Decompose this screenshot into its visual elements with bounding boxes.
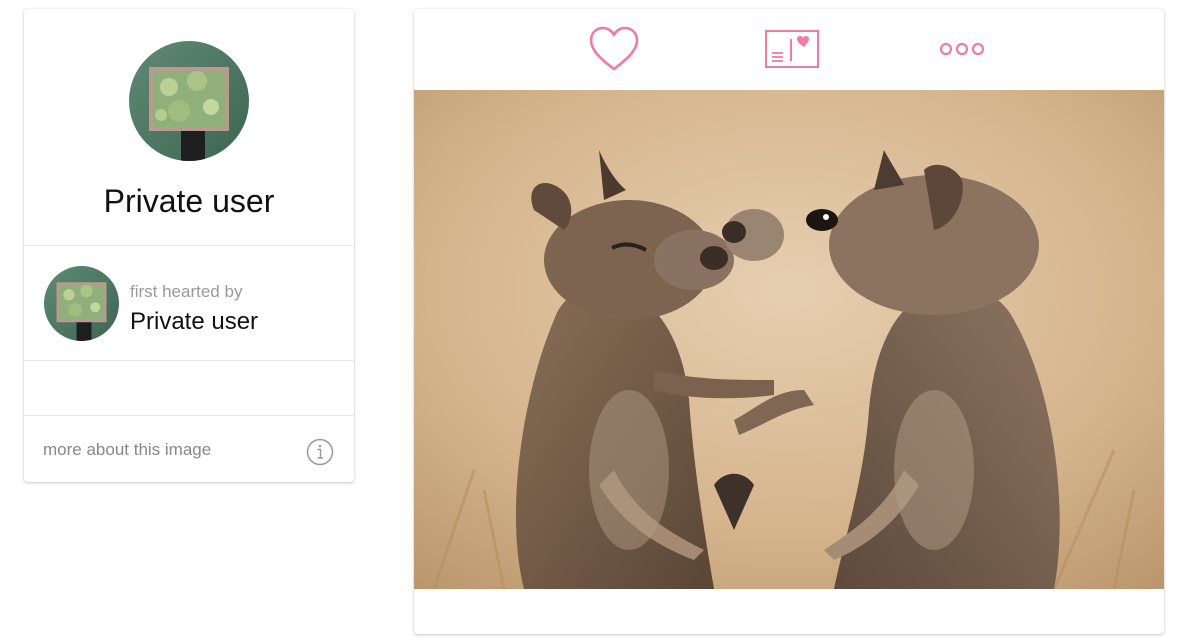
first-hearted-avatar[interactable]: [44, 266, 119, 341]
divider: [24, 360, 354, 361]
squirrel-pair-photo[interactable]: [414, 90, 1164, 589]
profile-name[interactable]: Private user: [24, 183, 354, 220]
first-hearted-user[interactable]: Private user: [130, 308, 258, 336]
avatar-image: [44, 266, 119, 341]
profile-card: Private user first hearted by Private us…: [24, 9, 354, 482]
image-card: [414, 9, 1164, 634]
avatar-image: [129, 41, 249, 161]
heart-icon[interactable]: [588, 25, 640, 73]
divider: [24, 245, 354, 246]
first-hearted-label: first hearted by: [130, 282, 243, 301]
profile-avatar[interactable]: [129, 41, 249, 161]
more-about-link[interactable]: more about this image: [43, 440, 211, 460]
divider: [24, 415, 354, 416]
save-to-collection-icon[interactable]: [764, 29, 820, 69]
more-options-icon[interactable]: [938, 39, 986, 59]
info-icon[interactable]: [306, 438, 334, 466]
